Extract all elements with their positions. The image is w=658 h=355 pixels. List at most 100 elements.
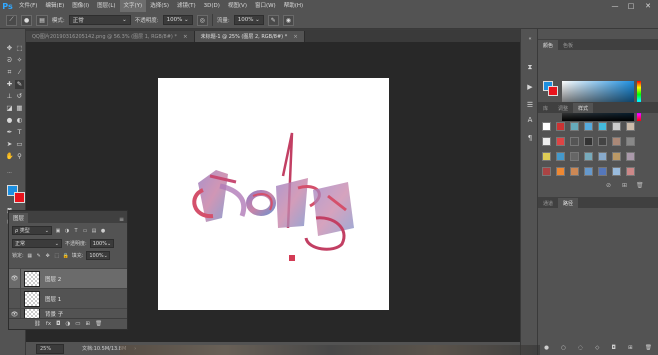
clear-style-icon[interactable]: ⊘ <box>606 182 611 189</box>
zoom-input[interactable]: 25% <box>36 343 64 354</box>
menu-type[interactable]: 文字(Y) <box>119 0 147 12</box>
opacity-input[interactable]: 100% ⌄ <box>162 15 193 25</box>
filter-pixel-icon[interactable]: ▣ <box>55 228 61 234</box>
gradient-tool-icon[interactable]: ▦ <box>15 104 24 113</box>
style-swatch-icon[interactable] <box>570 152 579 161</box>
healing-brush-tool-icon[interactable]: ✚ <box>5 80 14 89</box>
style-swatch-icon[interactable] <box>556 137 565 146</box>
panel-menu-icon[interactable]: ≡ <box>119 216 127 223</box>
add-mask-icon[interactable]: ◘ <box>612 345 616 351</box>
layer-name[interactable]: 背景 子 <box>45 310 63 318</box>
eye-icon[interactable]: 👁 <box>9 268 21 289</box>
menu-file[interactable]: 文件(F) <box>15 0 41 12</box>
style-swatch-icon[interactable] <box>598 152 607 161</box>
tab-library[interactable]: 库 <box>538 103 553 113</box>
fill-path-icon[interactable]: ● <box>544 345 549 351</box>
tab-layers[interactable]: 图层 <box>9 213 29 223</box>
tab-color[interactable]: 颜色 <box>538 40 559 50</box>
menu-layer[interactable]: 图层(L) <box>93 0 119 12</box>
lasso-tool-icon[interactable]: ᘐ <box>5 56 14 65</box>
path-select-tool-icon[interactable]: ➤ <box>5 140 14 149</box>
style-swatch-icon[interactable] <box>612 167 621 176</box>
marquee-tool-icon[interactable]: ⬚ <box>15 44 24 53</box>
layer-style-icon[interactable]: fx <box>46 321 51 327</box>
minimize-button[interactable]: — <box>608 0 622 12</box>
lock-paint-icon[interactable]: ✎ <box>36 253 42 259</box>
flow-input[interactable]: 100% ⌄ <box>233 15 264 25</box>
tab-paths[interactable]: 路径 <box>558 198 579 208</box>
collapse-panels-icon[interactable]: « <box>525 34 535 44</box>
actions-icon[interactable]: ▶ <box>525 82 535 92</box>
menu-window[interactable]: 窗口(W) <box>251 0 280 12</box>
airbrush-icon[interactable]: ✎ <box>267 14 279 26</box>
add-mask-icon[interactable]: ◘ <box>56 321 60 327</box>
style-swatch-icon[interactable] <box>556 167 565 176</box>
style-swatch-icon[interactable] <box>626 122 635 131</box>
brush-preset-icon[interactable]: ⟋ <box>6 14 17 26</box>
filter-toggle-icon[interactable]: ● <box>100 228 106 234</box>
delete-path-icon[interactable]: 🗑 <box>645 345 652 351</box>
type-tool-icon[interactable]: T <box>15 128 24 137</box>
filter-smart-icon[interactable]: ▤ <box>91 228 97 234</box>
style-swatch-icon[interactable] <box>626 167 635 176</box>
filter-type-icon[interactable]: T <box>73 228 79 234</box>
background-color-swatch[interactable] <box>14 192 25 203</box>
clone-stamp-tool-icon[interactable]: ⊥ <box>5 92 14 101</box>
style-swatch-icon[interactable] <box>556 122 565 131</box>
menu-image[interactable]: 图像(I) <box>68 0 93 12</box>
history-brush-tool-icon[interactable]: ↺ <box>15 92 24 101</box>
history-icon[interactable]: ⧗ <box>525 62 535 72</box>
menu-3d[interactable]: 3D(D) <box>200 0 224 12</box>
brush-panel-icon[interactable]: ▤ <box>36 14 48 26</box>
character-icon[interactable]: A <box>525 115 535 125</box>
style-swatch-icon[interactable] <box>584 152 593 161</box>
pen-tool-icon[interactable]: ✒ <box>5 128 14 137</box>
menu-select[interactable]: 选择(S) <box>146 0 173 12</box>
lock-artboard-icon[interactable]: ⬚ <box>54 253 60 259</box>
layer-kind-select[interactable]: ρ 类型 ⌄ <box>12 226 52 235</box>
menu-edit[interactable]: 编辑(E) <box>41 0 68 12</box>
style-swatch-icon[interactable] <box>584 167 593 176</box>
make-work-path-icon[interactable]: ◇ <box>595 345 599 351</box>
pressure-size-icon[interactable]: ◉ <box>282 14 295 26</box>
lock-all-icon[interactable]: 🔒 <box>63 253 69 259</box>
new-group-icon[interactable]: ▭ <box>75 321 80 327</box>
blur-tool-icon[interactable]: ● <box>5 116 14 125</box>
more-tools-icon[interactable]: ··· <box>5 169 14 178</box>
brush-tool-icon[interactable]: ✎ <box>15 80 24 89</box>
move-tool-icon[interactable]: ✥ <box>5 44 14 53</box>
menu-view[interactable]: 视图(V) <box>224 0 251 12</box>
hue-slider[interactable] <box>637 81 641 121</box>
maximize-button[interactable]: □ <box>624 0 638 12</box>
link-layers-icon[interactable]: ⛓ <box>34 321 41 327</box>
quick-select-tool-icon[interactable]: ✧ <box>15 56 24 65</box>
color-spectrum[interactable] <box>562 81 634 121</box>
layer-name[interactable]: 图层 2 <box>45 275 61 283</box>
style-swatch-icon[interactable] <box>626 152 635 161</box>
eraser-tool-icon[interactable]: ◪ <box>5 104 14 113</box>
crop-tool-icon[interactable]: ⌗ <box>5 68 14 77</box>
style-swatch-icon[interactable] <box>598 122 607 131</box>
style-swatch-icon[interactable] <box>584 122 593 131</box>
style-swatch-icon[interactable] <box>598 137 607 146</box>
style-swatch-icon[interactable] <box>612 152 621 161</box>
close-icon[interactable]: × <box>293 34 298 40</box>
delete-style-icon[interactable]: 🗑 <box>636 182 644 189</box>
style-swatch-icon[interactable] <box>542 152 551 161</box>
pressure-opacity-icon[interactable]: ◎ <box>196 14 208 26</box>
new-path-icon[interactable]: ⊞ <box>628 345 633 351</box>
tab-styles[interactable]: 样式 <box>573 103 594 113</box>
style-swatch-icon[interactable] <box>598 167 607 176</box>
paragraph-icon[interactable]: ¶ <box>525 133 535 143</box>
layer-opacity-input[interactable]: 100% ⌄ <box>89 239 114 248</box>
close-icon[interactable]: × <box>183 34 188 40</box>
close-button[interactable]: ✕ <box>641 0 655 12</box>
style-swatch-icon[interactable] <box>626 137 635 146</box>
stroke-path-icon[interactable]: ○ <box>561 345 566 351</box>
adjustment-layer-icon[interactable]: ◑ <box>65 321 70 327</box>
background-color[interactable] <box>548 86 558 96</box>
eyedropper-tool-icon[interactable]: ⁄ <box>15 68 24 77</box>
brush-size-icon[interactable]: ● <box>21 14 33 26</box>
layer-row[interactable]: 图层 1 <box>9 288 127 309</box>
menu-filter[interactable]: 滤镜(T) <box>173 0 200 12</box>
